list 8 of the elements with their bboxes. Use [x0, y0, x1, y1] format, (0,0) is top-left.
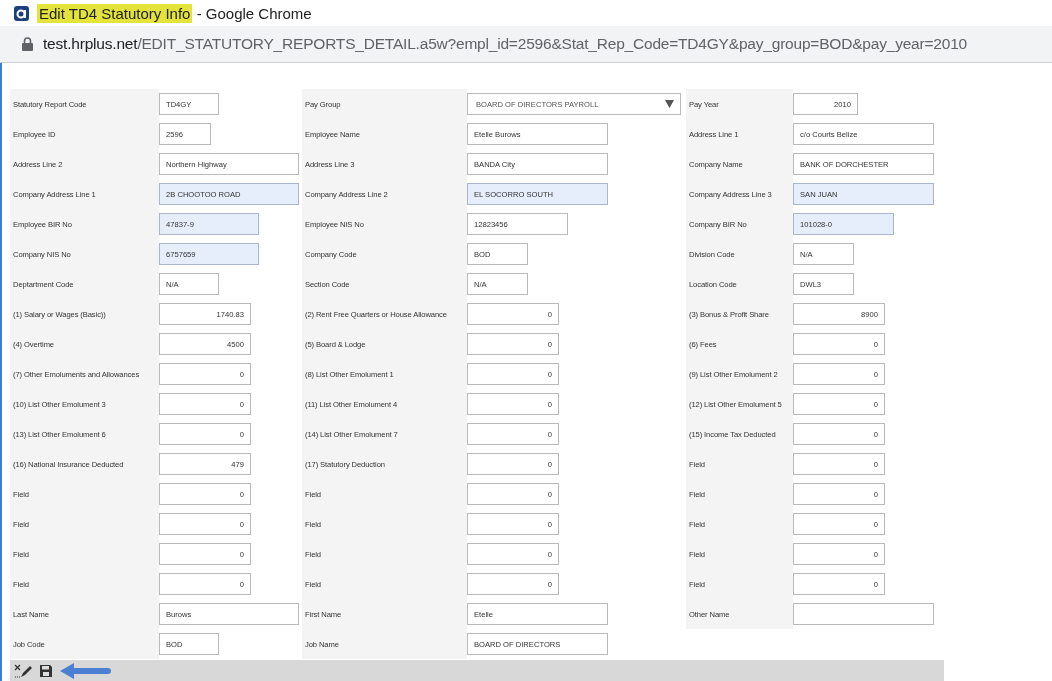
lock-icon	[22, 37, 33, 51]
cancel-edit-icon[interactable]	[14, 663, 32, 678]
save-icon[interactable]	[40, 664, 52, 677]
input-field[interactable]	[793, 603, 934, 625]
caret-icon	[665, 100, 674, 108]
window-title: Edit TD4 Statutory Info - Google Chrome	[37, 4, 312, 22]
arrow-icon	[60, 662, 112, 679]
app-logo-icon	[14, 5, 29, 21]
